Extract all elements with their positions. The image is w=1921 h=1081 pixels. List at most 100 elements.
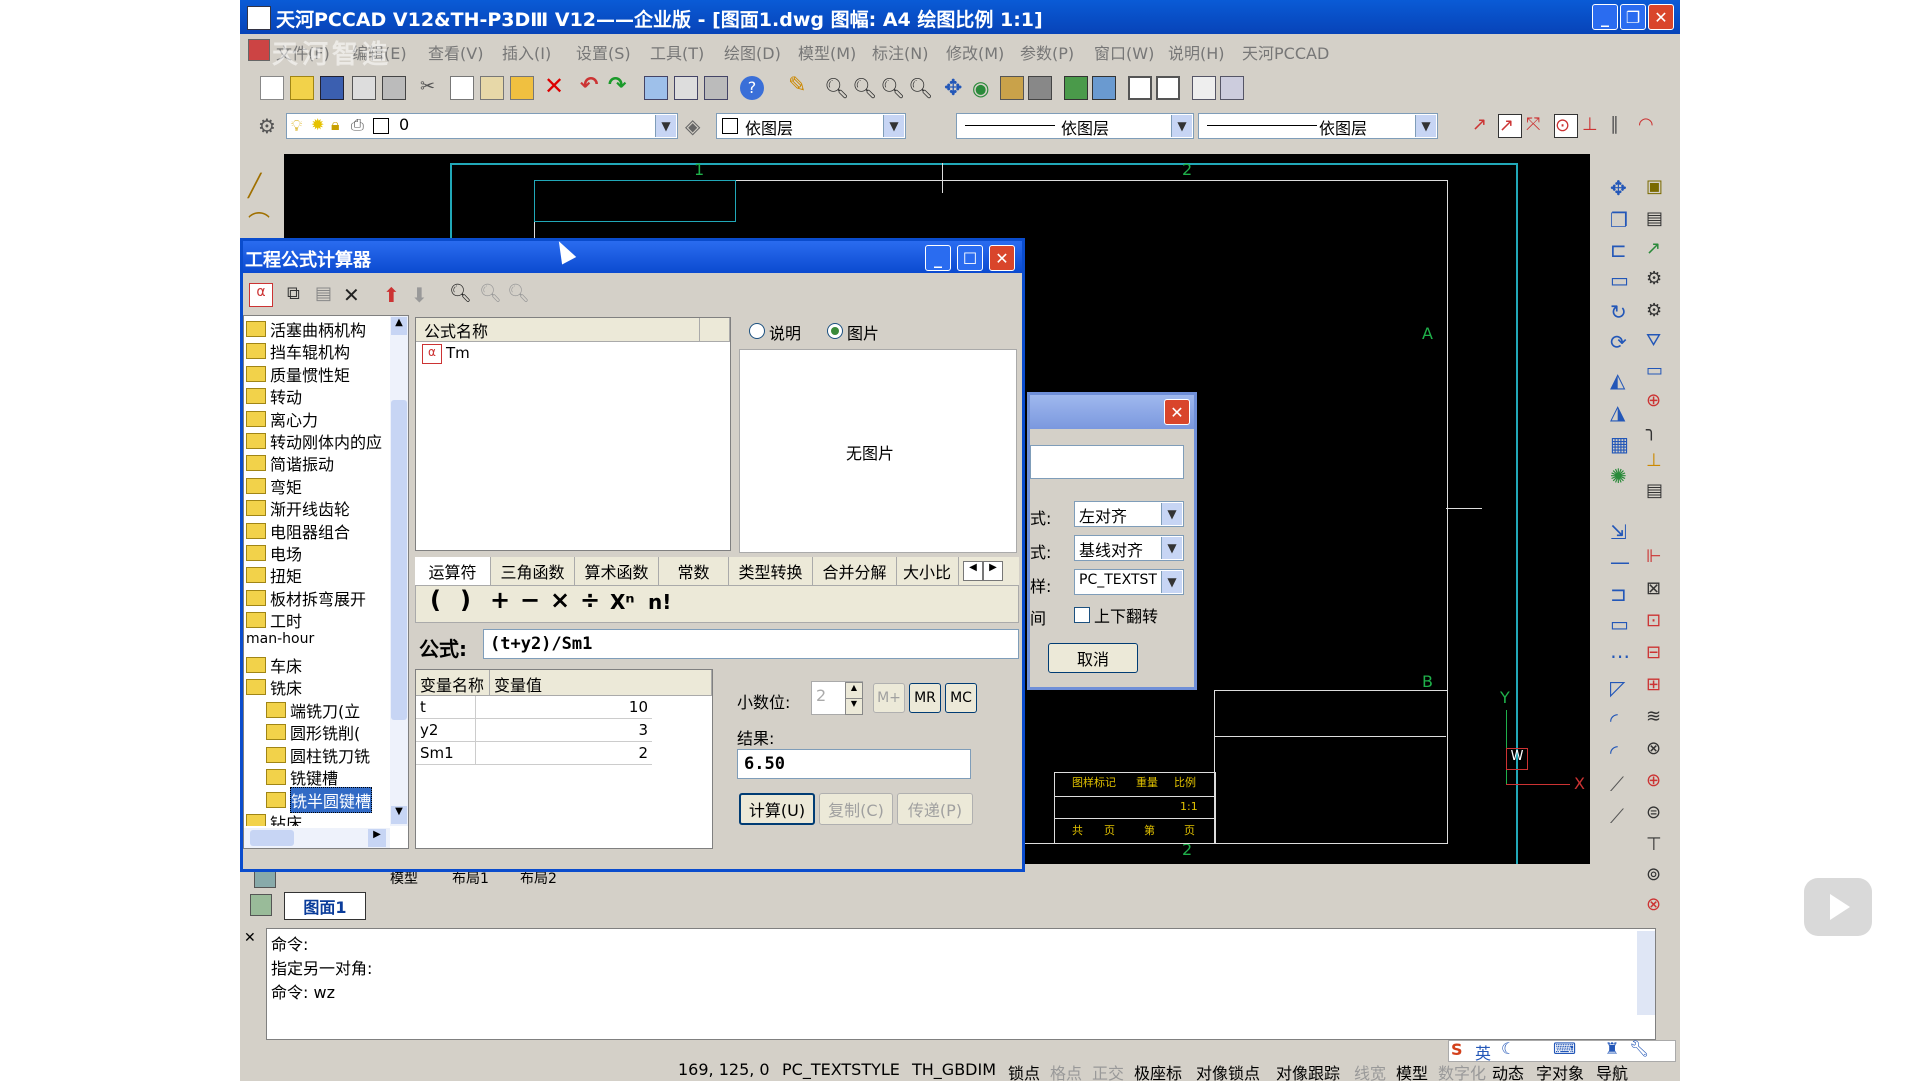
var-value-cell[interactable]: 3 [476, 719, 652, 742]
flip-checkbox[interactable] [1074, 607, 1090, 623]
op-lparen[interactable]: ( [430, 586, 441, 614]
undo-icon[interactable]: ↶ [580, 75, 604, 100]
text-input[interactable] [1030, 445, 1184, 479]
var-value-cell[interactable]: 2 [476, 742, 652, 765]
tree-item[interactable]: 活塞曲柄机构 [246, 317, 366, 341]
formula-icon[interactable]: α [249, 283, 273, 307]
pccad-tool-8-icon[interactable]: ⊕ [1646, 390, 1670, 414]
move-down-icon[interactable]: ⬇ [411, 283, 435, 307]
tree-item[interactable]: 车床 [246, 653, 302, 677]
table-row[interactable]: y2 3 [416, 719, 712, 742]
var-name-header[interactable]: 变量名称 [416, 670, 490, 696]
chevron-up-icon[interactable]: ▲ [391, 317, 407, 335]
pccad-tool-2-icon[interactable]: ▤ [1646, 208, 1670, 232]
find-next-icon[interactable]: 🔍︎ [479, 283, 503, 307]
snap-midpoint-icon[interactable]: ↗ [1498, 114, 1522, 138]
layer-combo[interactable]: 💡︎ ✹ 🔒︎ ⎙ 0 ▼ [286, 113, 678, 139]
send-result-button[interactable]: 传递(P) [897, 793, 973, 825]
close-button[interactable]: ✕ [989, 245, 1015, 271]
stretch-icon[interactable]: ⇲ [1610, 520, 1634, 544]
status-lineweight[interactable]: 线宽 [1354, 1060, 1386, 1081]
menu-draw[interactable]: 绘图(D) [724, 40, 781, 64]
move-icon[interactable]: ✥ [1610, 176, 1634, 200]
op-minus[interactable]: − [520, 586, 540, 614]
pccad-tool-17-icon[interactable]: ≋ [1646, 706, 1670, 730]
tree-item[interactable]: 工时 [246, 608, 302, 632]
op-factorial[interactable]: n! [648, 590, 671, 614]
cancel-button[interactable]: 取消 [1048, 643, 1138, 673]
tab-operators[interactable]: 运算符 [415, 557, 491, 585]
formula-item-tm[interactable]: Tm [446, 344, 470, 362]
tree-item[interactable]: 端铣刀(立 [266, 698, 360, 722]
menu-parameters[interactable]: 参数(P) [1020, 40, 1074, 64]
tab-sheet[interactable]: 图面1 [284, 892, 366, 920]
cut-icon[interactable]: ✂ [420, 76, 444, 100]
play-button[interactable] [1804, 878, 1872, 936]
command-history[interactable]: 命令: 指定另一对角: 命令: wz [266, 928, 1656, 1040]
formula-input[interactable]: (t+y2)/Sm1 [483, 629, 1019, 659]
radio-picture[interactable] [827, 323, 843, 339]
find-icon[interactable]: 🔍︎ [449, 283, 473, 307]
copy-icon[interactable]: ⧉ [287, 283, 311, 307]
app-icon[interactable] [247, 6, 271, 30]
design-center-icon[interactable] [674, 76, 698, 100]
pccad-tool-19-icon[interactable]: ⊕ [1646, 770, 1670, 794]
tree-item[interactable]: 电场 [246, 541, 302, 565]
zoom-realtime-icon[interactable]: 🔍︎ [824, 76, 849, 100]
rotate-copy-icon[interactable]: ⟳ [1610, 330, 1634, 354]
memory-recall-button[interactable]: MR [909, 683, 941, 713]
minimize-button[interactable]: _ [925, 245, 951, 271]
pccad-tool-22-icon[interactable]: ⊚ [1646, 864, 1670, 888]
snap-endpoint-icon[interactable]: ↗ [1472, 114, 1496, 138]
open-icon[interactable] [290, 76, 314, 100]
redo-icon[interactable]: ↷ [608, 75, 632, 100]
tab-arithmetic[interactable]: 算术函数 [575, 557, 659, 585]
menu-tools[interactable]: 工具(T) [650, 40, 704, 64]
pccad-tool-9-icon[interactable]: ╮ [1646, 420, 1670, 444]
dialog-title-bar[interactable]: ✕ [1030, 395, 1194, 429]
spin-up-icon[interactable]: ▲ [845, 682, 863, 699]
baseline-combo[interactable]: 基线对齐 ▼ [1074, 535, 1184, 561]
linetype-combo[interactable]: 依图层 ▼ [956, 113, 1194, 139]
tree-scroll-thumb[interactable] [391, 400, 407, 720]
table-row[interactable]: Sm1 2 [416, 742, 712, 765]
flip-label[interactable]: 上下翻转 [1094, 603, 1158, 627]
array-icon[interactable]: ▦ [1610, 432, 1634, 456]
calculate-button[interactable]: 计算(U) [739, 793, 815, 825]
measure-icon[interactable]: ⟋ [1610, 772, 1634, 796]
chamfer-icon[interactable]: ◸ [1610, 676, 1634, 700]
help-icon[interactable]: ? [740, 76, 764, 100]
status-object[interactable]: 字对象 [1536, 1060, 1584, 1081]
menu-model[interactable]: 模型(M) [798, 40, 856, 64]
pccad-tool-10-icon[interactable]: ⊥ [1646, 450, 1670, 474]
tree-item[interactable]: 弯矩 [246, 474, 302, 498]
tree-vscrollbar[interactable]: ▲ ▼ [390, 316, 408, 826]
close-icon[interactable]: ✕ [244, 930, 256, 946]
pccad-tool-14-icon[interactable]: ⊡ [1646, 610, 1670, 634]
tab-conversion[interactable]: 类型转换 [729, 557, 813, 585]
snap-center-icon[interactable]: ⊙ [1554, 114, 1578, 138]
maximize-button[interactable]: ❐ [1620, 4, 1646, 30]
minimize-button[interactable]: _ [1592, 4, 1618, 30]
view-icon[interactable]: ◉ [972, 76, 996, 100]
tree-item[interactable]: man-hour [246, 631, 314, 647]
block-tool-icon[interactable] [1028, 76, 1052, 100]
pccad-tool-12-icon[interactable]: ⊩ [1646, 546, 1670, 570]
delete-icon[interactable]: ✕ [343, 283, 367, 307]
join-icon[interactable]: ⋯ [1610, 644, 1634, 668]
pccad-tool-11-icon[interactable]: ▤ [1646, 480, 1670, 504]
menu-insert[interactable]: 插入(I) [502, 40, 551, 64]
zoom-extents-icon[interactable]: 🔍︎ [908, 76, 933, 100]
snap-tangent-icon[interactable]: ◠ [1638, 114, 1662, 138]
tab-trig[interactable]: 三角函数 [491, 557, 575, 585]
render-icon[interactable] [1092, 76, 1116, 100]
window-cascade-icon[interactable] [1220, 76, 1244, 100]
viewport-2-icon[interactable] [1156, 76, 1180, 100]
arc-tool-icon[interactable]: ⌒ [248, 206, 272, 237]
status-osnap[interactable]: 对像锁点 [1196, 1060, 1260, 1081]
mirror-icon[interactable]: ◭ [1610, 368, 1634, 392]
var-name-cell[interactable]: t [416, 696, 476, 719]
tab-constants[interactable]: 常数 [659, 557, 729, 585]
tree-item[interactable]: 板材拆弯展开 [246, 586, 366, 610]
maximize-button[interactable]: ☐ [957, 245, 983, 271]
